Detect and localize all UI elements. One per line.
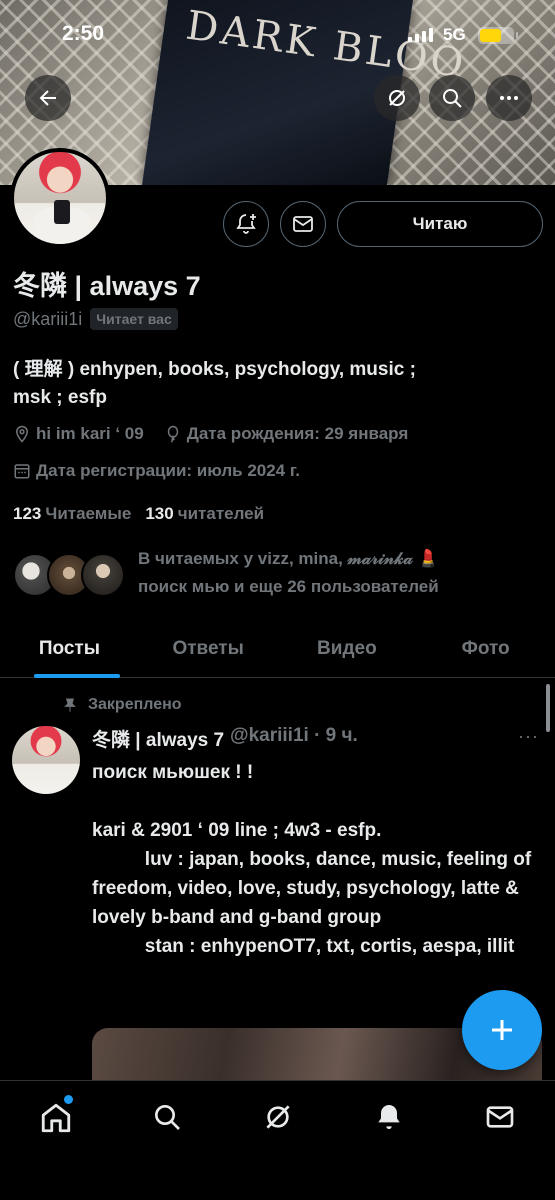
profile-avatar[interactable] [10,148,110,248]
profile-name: 冬隣 | always 7 [13,271,201,301]
followers-count: 130 [145,504,174,523]
tab-videos[interactable]: Видео [278,620,417,677]
pin-icon [64,698,76,712]
profile-bio: ( 理解 ) enhypen, books, psychology, music… [13,356,533,412]
message-button[interactable] [280,201,326,247]
plus-icon [492,1020,512,1040]
tab-posts[interactable]: Посты [0,620,139,678]
known-followers-text: В читаемых у vizz, mina, 𝓂𝒶𝓇𝒾𝓃𝓀𝒶 💄 поиск… [138,545,528,601]
birthday-text: Дата рождения: 29 января [186,424,409,443]
compose-button[interactable] [462,990,542,1070]
profile-tabs: Посты Ответы Видео Фото [0,620,555,678]
following-count: 123 [13,504,42,523]
arrow-left-icon [39,90,56,106]
back-button[interactable] [25,75,71,121]
more-button[interactable] [486,75,532,121]
following-link[interactable]: 123 Читаемые [13,504,131,524]
nav-search[interactable] [111,1081,222,1200]
followers-link[interactable]: 130 читателей [145,504,264,524]
calendar-icon [14,464,30,479]
bio-line: ( 理解 ) enhypen, books, psychology, music… [13,359,416,380]
nav-messages[interactable] [444,1081,555,1200]
post-author-name[interactable]: 冬隣 | always 7 [92,725,224,752]
post-header: 冬隣 | always 7 @kariii1i · 9 ч. [92,725,358,752]
post-author-meta: @kariii1i · 9 ч. [230,725,358,746]
post-author-avatar[interactable] [12,726,80,794]
location-pin-icon [15,425,29,443]
messages-icon [486,1106,513,1128]
location-item: hi im kari ‘ 09 [13,424,144,444]
notifications-icon [377,1105,400,1129]
avatar [81,553,125,597]
birthday-item: Дата рождения: 29 января [164,424,409,444]
grok-icon [389,90,405,106]
pinned-indicator: Закреплено [62,696,182,714]
known-followers-line: В читаемых у vizz, mina, 𝓂𝒶𝓇𝒾𝓃𝓀𝒶 💄 [138,549,439,568]
handle-row: @kariii1i Читает вас [13,308,178,330]
more-icon [500,96,518,100]
grok-icon [265,1105,290,1129]
nav-notifications[interactable] [333,1081,444,1200]
tab-replies[interactable]: Ответы [139,620,278,677]
post-text: поиск мьюшек ! ! kari & 2901 ‘ 09 line ;… [92,762,532,957]
follows-you-badge: Читает вас [90,308,178,330]
battery-icon [478,27,518,44]
search-icon [443,89,462,108]
bell-plus-icon [236,214,256,234]
search-icon [154,1105,180,1130]
scrollbar[interactable] [546,684,550,732]
known-followers-line: поиск мью и еще 26 пользователей [138,577,439,596]
pinned-label: Закреплено [88,696,182,713]
followers-label: читателей [177,504,265,523]
balloon-icon [167,425,178,443]
known-followers[interactable]: В читаемых у vizz, mina, 𝓂𝒶𝓇𝒾𝓃𝓀𝒶 💄 поиск… [13,545,528,603]
nav-grok[interactable] [222,1081,333,1200]
home-icon [41,1103,70,1133]
grok-button[interactable] [374,75,420,121]
status-bar: 2:50 5G [0,22,555,52]
following-label: Читаемые [45,504,132,523]
bottom-navigation [0,1080,555,1200]
search-button[interactable] [429,75,475,121]
follow-counts: 123 Читаемые 130 читателей [13,504,264,524]
joined-row: Дата регистрации: июль 2024 г. [13,461,314,481]
joined-text: Дата регистрации: июль 2024 г. [36,461,300,480]
profile-meta-row: hi im kari ‘ 09 Дата рождения: 29 января [13,424,422,444]
post-more-button[interactable]: ··· [518,726,539,747]
tab-photos[interactable]: Фото [416,620,555,677]
bio-line: msk ; esfp [13,387,107,408]
known-followers-avatars [13,553,128,603]
location-text: hi im kari ‘ 09 [36,424,144,443]
network-label: 5G [443,25,466,44]
envelope-icon [293,216,313,232]
following-button[interactable]: Читаю [337,201,543,247]
nav-home[interactable] [0,1081,111,1200]
profile-handle: @kariii1i [13,308,83,329]
signal-icon [408,28,433,42]
joined-item: Дата регистрации: июль 2024 г. [13,461,300,481]
status-time: 2:50 [62,22,105,45]
notify-button[interactable] [223,201,269,247]
unread-dot [64,1095,73,1104]
